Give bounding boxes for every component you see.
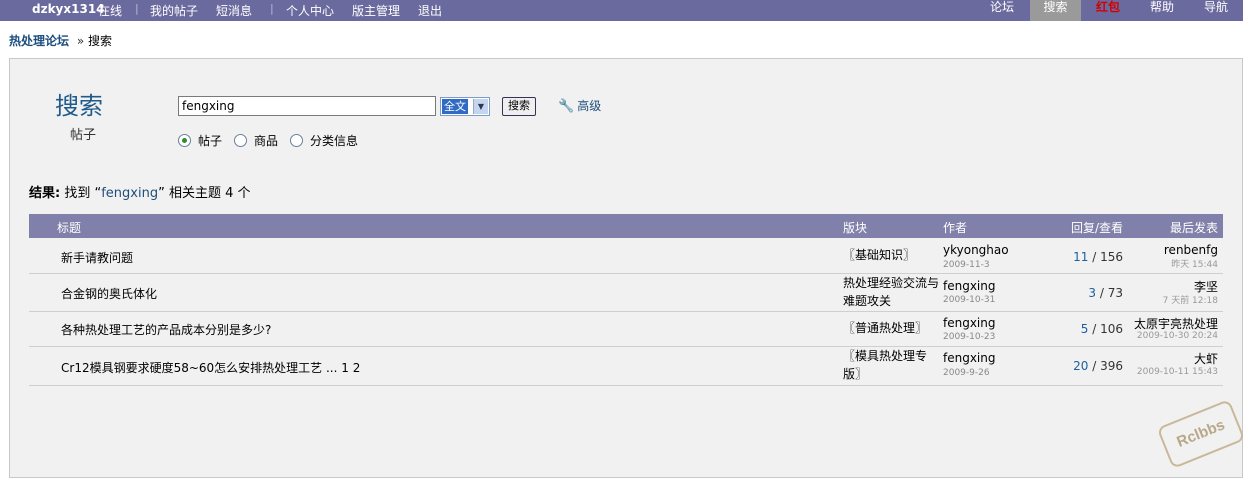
- wrench-icon: 🔧: [558, 99, 575, 114]
- view-count: 73: [1107, 286, 1123, 300]
- result-suffix: ” 相关主题 4 个: [158, 186, 251, 201]
- page-subtitle: 帖子: [70, 128, 97, 143]
- tab-help[interactable]: 帮助: [1140, 0, 1184, 21]
- nav-my-posts[interactable]: 我的帖子: [150, 2, 198, 19]
- thread-title-link[interactable]: 各种热处理工艺的产品成本分别是多少?: [61, 321, 271, 338]
- search-input[interactable]: fengxing: [178, 96, 436, 116]
- thread-title-link[interactable]: Cr12模具钢要求硬度58~60怎么安排热处理工艺 ... 1 2: [61, 359, 360, 376]
- tab-forum[interactable]: 论坛: [980, 0, 1024, 21]
- reply-view-count: 11 / 156: [1073, 250, 1123, 264]
- radio-posts-label: 帖子: [198, 134, 223, 148]
- author-link[interactable]: fengxing: [943, 351, 996, 365]
- thread-title-link[interactable]: 合金钢的奥氏体化: [61, 285, 157, 302]
- advanced-search-link[interactable]: 🔧 高级: [558, 97, 601, 114]
- board-link-line2[interactable]: 版〗: [843, 366, 867, 383]
- table-row: 各种热处理工艺的产品成本分别是多少? 〖普通热处理〗 fengxing 2009…: [29, 312, 1223, 347]
- last-post-date[interactable]: 2009-10-11 15:43: [1137, 367, 1218, 377]
- board-link[interactable]: 热处理经验交流与: [843, 275, 939, 292]
- board-link[interactable]: 〖基础知识〗: [843, 247, 915, 264]
- author-link[interactable]: ykyonghao: [943, 243, 1009, 257]
- header-stats: 回复/查看: [1070, 221, 1123, 235]
- thread-title-link[interactable]: 新手请教问题: [61, 249, 133, 266]
- breadcrumb-separator: »: [76, 34, 85, 48]
- header-board: 版块: [843, 221, 868, 235]
- view-count: 396: [1100, 359, 1123, 373]
- breadcrumb-current: 搜索: [88, 34, 113, 48]
- chevron-down-icon[interactable]: ▼: [473, 99, 488, 114]
- author-link[interactable]: fengxing: [943, 316, 996, 330]
- last-post-date[interactable]: 7 天前 12:18: [1163, 293, 1218, 306]
- search-scope-value: 全文: [442, 99, 468, 114]
- radio-unchecked-icon: [234, 134, 247, 147]
- last-poster-link[interactable]: renbenfg: [1164, 243, 1218, 257]
- nav-separator: |: [135, 2, 139, 15]
- last-poster-link[interactable]: 太原宇亮热处理: [1134, 315, 1218, 332]
- header-title: 标题: [57, 221, 82, 235]
- radio-unchecked-icon: [290, 134, 303, 147]
- tab-search[interactable]: 搜索: [1030, 0, 1081, 21]
- radio-goods-label: 商品: [254, 134, 279, 148]
- board-link[interactable]: 〖普通热处理〗: [843, 320, 927, 337]
- reply-view-count: 5 / 106: [1080, 322, 1123, 336]
- top-nav-bar: dzkyx1314 在线 | 我的帖子 短消息 | 个人中心 版主管理 退出 论…: [0, 0, 1243, 21]
- radio-posts[interactable]: 帖子: [178, 132, 222, 149]
- result-prefix: 找到 “: [64, 186, 102, 201]
- radio-checked-icon: [178, 134, 191, 147]
- nav-separator: |: [270, 2, 274, 15]
- advanced-search-label: 高级: [577, 99, 602, 113]
- post-date: 2009-10-31: [943, 295, 996, 305]
- header-last: 最后发表: [1169, 221, 1218, 235]
- table-row: 新手请教问题 〖基础知识〗 ykyonghao 2009-11-3 11 / 1…: [29, 239, 1223, 274]
- last-poster-link[interactable]: 大虾: [1194, 350, 1218, 367]
- breadcrumb: 热处理论坛 » 搜索: [9, 32, 112, 49]
- breadcrumb-home[interactable]: 热处理论坛: [9, 34, 69, 48]
- reply-count: 5: [1080, 322, 1089, 336]
- post-date: 2009-9-26: [943, 368, 990, 378]
- table-row: Cr12模具钢要求硬度58~60怎么安排热处理工艺 ... 1 2 〖模具热处理…: [29, 347, 1223, 386]
- nav-profile[interactable]: 个人中心: [286, 2, 334, 19]
- header-author: 作者: [943, 221, 968, 235]
- tab-navigation[interactable]: 导航: [1194, 0, 1238, 21]
- author-link[interactable]: fengxing: [943, 279, 996, 293]
- online-status[interactable]: 在线: [98, 2, 122, 19]
- reply-count: 3: [1088, 286, 1097, 300]
- result-keyword: fengxing: [101, 186, 159, 201]
- board-link[interactable]: 〖模具热处理专: [843, 348, 927, 365]
- view-count: 106: [1100, 322, 1123, 336]
- nav-logout[interactable]: 退出: [418, 2, 442, 19]
- post-date: 2009-10-23: [943, 332, 996, 342]
- tab-red-packet[interactable]: 红包: [1086, 0, 1130, 21]
- last-post-date[interactable]: 2009-10-30 20:24: [1137, 331, 1218, 341]
- result-label: 结果:: [29, 186, 61, 201]
- table-header: 标题 版块 作者 回复/查看 最后发表: [29, 214, 1223, 238]
- search-button[interactable]: 搜索: [502, 97, 536, 116]
- post-date: 2009-11-3: [943, 260, 990, 270]
- search-scope-select[interactable]: 全文 ▼: [440, 97, 490, 116]
- reply-count: 11: [1073, 250, 1089, 264]
- nav-moderator[interactable]: 版主管理: [352, 2, 400, 19]
- radio-classifieds[interactable]: 分类信息: [290, 132, 358, 149]
- radio-classifieds-label: 分类信息: [310, 134, 359, 148]
- result-summary: 结果: 找到 “fengxing” 相关主题 4 个: [29, 182, 251, 201]
- view-count: 156: [1100, 250, 1123, 264]
- reply-count: 20: [1073, 359, 1089, 373]
- last-post-date[interactable]: 昨天 15:44: [1171, 257, 1218, 270]
- reply-view-count: 3 / 73: [1088, 286, 1123, 300]
- table-row: 合金钢的奥氏体化 热处理经验交流与 难题攻关 fengxing 2009-10-…: [29, 274, 1223, 312]
- page-title: 搜索: [55, 92, 103, 120]
- radio-goods[interactable]: 商品: [234, 132, 278, 149]
- username-link[interactable]: dzkyx1314: [32, 2, 105, 16]
- nav-messages[interactable]: 短消息: [216, 2, 252, 19]
- board-link-line2[interactable]: 难题攻关: [843, 293, 891, 310]
- reply-view-count: 20 / 396: [1073, 359, 1123, 373]
